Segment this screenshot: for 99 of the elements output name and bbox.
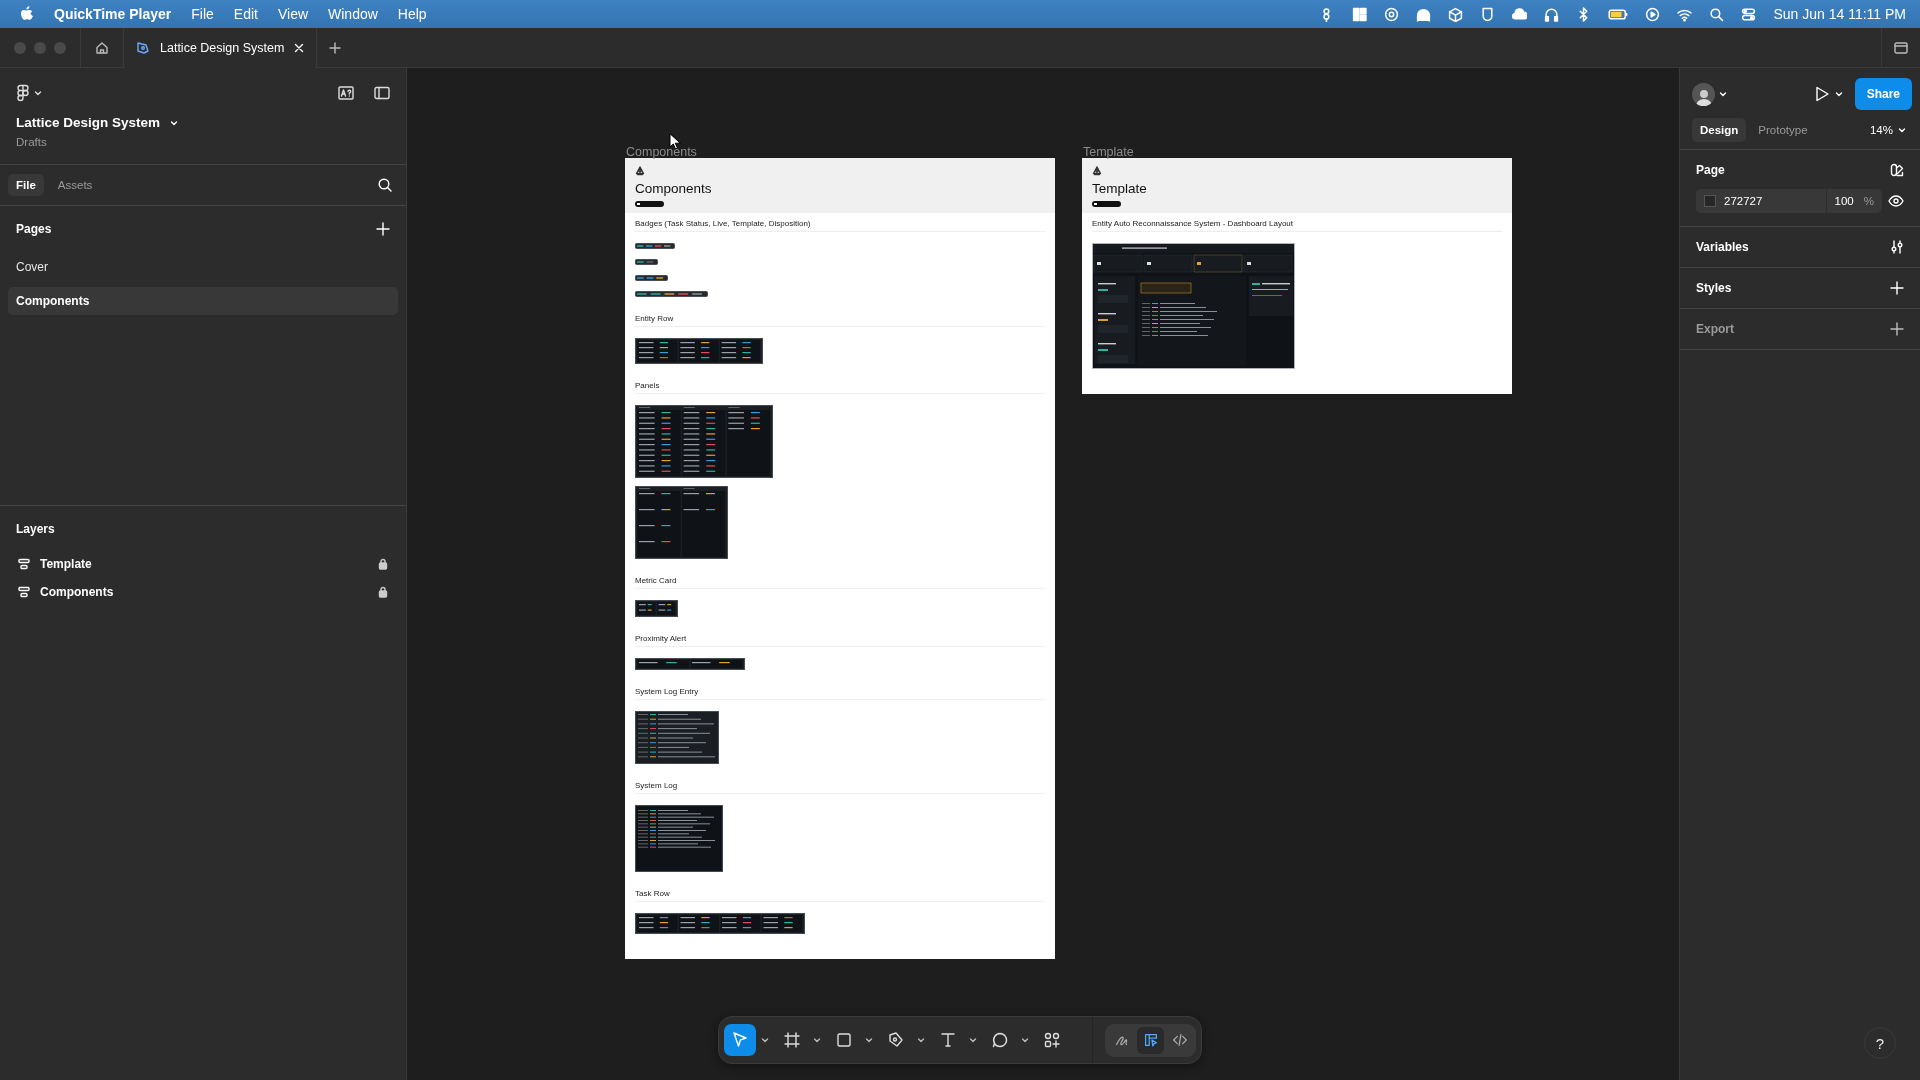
status-pill [635, 201, 664, 207]
sidebar-icon[interactable] [374, 86, 390, 100]
layer-item[interactable]: Template [40, 557, 368, 571]
cube-icon[interactable] [1448, 6, 1464, 22]
chevron-down-icon[interactable] [34, 89, 42, 97]
play-circle-icon[interactable] [1645, 6, 1661, 22]
dev-mode-icon [1170, 1031, 1189, 1049]
color-value: 272727 [1724, 195, 1764, 207]
project-location[interactable]: Drafts [0, 130, 406, 165]
text-tool-icon [938, 1030, 958, 1050]
plus-icon[interactable] [1890, 322, 1904, 336]
apple-logo-icon[interactable] [20, 6, 34, 22]
file-name[interactable]: Lattice Design System [16, 115, 161, 130]
color-field[interactable]: 272727 100 % [1696, 189, 1882, 213]
section-label: Task Row [635, 889, 1045, 902]
chevron-down-icon[interactable] [865, 1036, 873, 1044]
headphones-icon[interactable] [1544, 6, 1560, 22]
section-title: Page [1696, 163, 1725, 177]
section-title: Variables [1696, 240, 1749, 254]
chevron-down-icon[interactable] [1719, 90, 1727, 98]
avatar[interactable] [1692, 82, 1715, 106]
control-center-icon[interactable] [1741, 6, 1757, 22]
section-label: Entity Auto Reconnaissance System - Dashboard Layout [1092, 219, 1502, 232]
share-button[interactable]: Share [1854, 78, 1912, 110]
chevron-down-icon[interactable] [170, 118, 179, 127]
section-icon [18, 586, 30, 598]
badge-row-drawing [635, 275, 668, 281]
section-label: Panels [635, 381, 1045, 394]
frame-tool-icon [782, 1030, 802, 1050]
section-label: Entity Row [635, 314, 1045, 327]
comment-tool-icon [990, 1030, 1010, 1050]
status-pill [1092, 201, 1121, 207]
menu-item[interactable]: Window [328, 6, 378, 22]
layer-item[interactable]: Components [40, 585, 368, 599]
chevron-down-icon[interactable] [1021, 1036, 1029, 1044]
menu-item[interactable]: Edit [233, 6, 258, 22]
arch-icon[interactable] [1416, 6, 1432, 22]
panel-tab[interactable]: Assets [49, 174, 101, 196]
chevron-down-icon[interactable] [1898, 126, 1906, 134]
metric-card-drawing [635, 600, 678, 617]
close-icon[interactable] [294, 42, 305, 53]
page-item[interactable]: Cover [8, 253, 398, 281]
color-swatch[interactable] [1704, 195, 1716, 207]
menu-item[interactable]: File [191, 6, 214, 22]
document-tab[interactable]: Lattice Design System [124, 27, 318, 68]
lock-icon[interactable] [378, 586, 388, 598]
section-icon [18, 558, 30, 570]
chevron-down-icon[interactable] [761, 1036, 769, 1044]
menu-item[interactable]: View [277, 6, 309, 22]
badge-row-drawing [635, 243, 675, 249]
menu-item[interactable]: Help [397, 6, 427, 22]
sidebar-icon[interactable] [1894, 41, 1908, 54]
tool-button[interactable] [724, 1024, 756, 1056]
chevron-down-icon[interactable] [813, 1036, 821, 1044]
section-label: System Log [635, 781, 1045, 794]
section-label: Metric Card [635, 576, 1045, 589]
page-item[interactable]: Components [8, 287, 398, 315]
section-title: Pages [16, 222, 52, 236]
chevron-down-icon[interactable] [917, 1036, 925, 1044]
section-label: System Log Entry [635, 687, 1045, 700]
chevron-down-icon[interactable] [969, 1036, 977, 1044]
section-label: Badges (Task Status, Live, Template, Disposition) [635, 219, 1045, 232]
app-menu[interactable]: QuickTime Player [54, 6, 172, 22]
panel-tab[interactable]: Prototype [1750, 118, 1816, 142]
home-icon[interactable] [95, 40, 109, 55]
sliders-icon[interactable] [1890, 240, 1904, 254]
section-label: Proximity Alert [635, 634, 1045, 647]
main-menu-icon[interactable] [16, 84, 30, 102]
zoom-level[interactable]: 14% [1869, 124, 1893, 136]
clock-text[interactable]: Sun Jun 14 11:11 PM [1773, 6, 1906, 22]
search-icon[interactable] [378, 178, 392, 192]
pen-tool-icon [886, 1030, 906, 1050]
section-title: Layers [16, 522, 55, 536]
style-icon[interactable] [1890, 163, 1904, 177]
battery-icon[interactable] [1608, 6, 1629, 22]
chevron-down-icon[interactable] [1834, 90, 1843, 98]
cloud-icon[interactable] [1512, 6, 1528, 22]
panel-tab[interactable]: File [8, 174, 44, 196]
text-check-icon[interactable] [338, 86, 354, 100]
panel-tab[interactable]: Design [1692, 118, 1747, 142]
badge-row-drawing [635, 259, 658, 265]
eye-icon[interactable] [1888, 195, 1904, 207]
plus-icon[interactable] [329, 41, 342, 54]
unit-label: % [1863, 195, 1874, 207]
actions-icon [1042, 1030, 1062, 1050]
grid-icon[interactable] [1352, 6, 1368, 22]
shield-icon[interactable] [1480, 6, 1496, 22]
rectangle-tool-icon [834, 1030, 854, 1050]
pen-nib-icon [136, 40, 150, 55]
frame-title: Template [1092, 181, 1148, 196]
frame-label[interactable]: Components [625, 147, 1055, 158]
section-title: Export [1696, 322, 1734, 336]
add-page-icon[interactable] [376, 222, 390, 236]
lock-icon[interactable] [378, 558, 388, 570]
frame-title: Components [635, 181, 713, 196]
frame-label[interactable]: Template [1082, 147, 1512, 158]
section-title: Styles [1696, 281, 1732, 295]
mode-button[interactable] [1137, 1026, 1164, 1054]
opacity-value: 100 [1834, 195, 1854, 207]
